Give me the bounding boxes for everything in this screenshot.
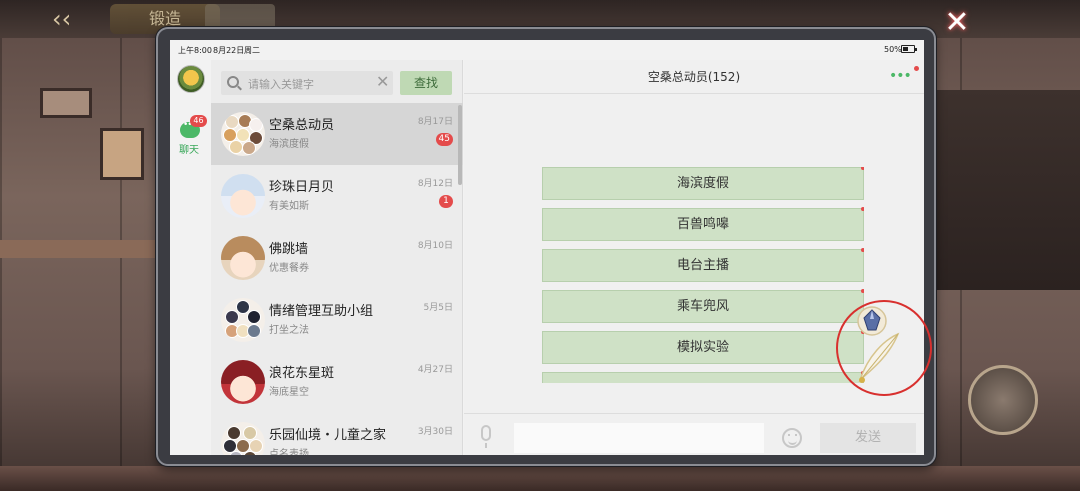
dressup-button xyxy=(968,365,1038,435)
conversation-name: 乐园仙境・儿童之家 xyxy=(269,428,387,443)
conversation-date: 3月30日 xyxy=(417,427,453,437)
conversation-name: 情绪管理互助小组 xyxy=(269,304,374,319)
unread-badge: 1 xyxy=(439,195,453,208)
reply-option[interactable]: 乘车兜风 xyxy=(542,289,864,323)
chat-tab-label[interactable]: 聊天 xyxy=(179,141,199,156)
conversation-date: 8月12日 xyxy=(417,179,453,189)
conversation-items: 空桑总动员 海滨度假 8月17日 45 珍珠日月贝 有美如斯 8月12日 1 佛… xyxy=(211,103,463,455)
conversation-name: 浪花东星斑 xyxy=(269,366,335,381)
clear-icon[interactable]: ✕ xyxy=(376,73,389,91)
send-button[interactable]: 发送 xyxy=(820,423,916,453)
conversation-item[interactable]: 浪花东星斑 海底星空 4月27日 xyxy=(211,351,463,413)
my-avatar[interactable] xyxy=(177,65,205,93)
reply-option[interactable]: 百兽鸣嗥 xyxy=(542,207,864,241)
unread-badge: 45 xyxy=(435,133,453,146)
message-input[interactable] xyxy=(514,423,764,453)
conversation-item[interactable]: 情绪管理互助小组 打坐之法 5月5日 xyxy=(211,289,463,351)
battery-percent: 50% xyxy=(884,45,902,54)
left-rail: 46 聊天 xyxy=(170,60,211,455)
status-date: 8月22日 xyxy=(213,46,245,55)
contact-avatar xyxy=(221,360,265,404)
status-time: 上午8:00 xyxy=(178,46,212,55)
battery-icon xyxy=(901,45,917,53)
tablet-frame: 上午8:00 8月22日 周二 50% 46 聊天 请输入关键字 ✕ 查找 xyxy=(156,27,936,466)
background-picture-frame xyxy=(100,128,144,180)
microphone-icon[interactable] xyxy=(481,425,491,448)
conversation-date: 8月10日 xyxy=(417,241,453,251)
reply-options: 海滨度假 百兽鸣嗥 电台主播 乘车兜风 模拟实验 xyxy=(542,167,864,383)
background-picture-frame xyxy=(40,88,92,118)
list-scrollbar[interactable] xyxy=(458,105,462,185)
conversation-preview: 有美如斯 xyxy=(269,201,309,212)
emoji-icon[interactable] xyxy=(782,428,802,448)
conversation-name: 佛跳墙 xyxy=(269,242,309,257)
conversation-date: 8月17日 xyxy=(417,117,453,127)
search-icon xyxy=(227,76,239,88)
reply-option[interactable]: 电台主播 xyxy=(542,248,864,282)
search-placeholder: 请输入关键字 xyxy=(248,78,314,91)
group-avatar xyxy=(221,298,265,342)
conversation-preview: 点名表扬 xyxy=(269,449,309,455)
background-bottom-bar xyxy=(0,466,1080,491)
feather-quill-icon[interactable] xyxy=(854,330,904,386)
group-avatar xyxy=(221,112,265,156)
conversation-preview: 优惠餐券 xyxy=(269,263,309,274)
back-arrow-icon: ‹‹ xyxy=(52,5,72,33)
conversation-name: 空桑总动员 xyxy=(269,118,335,133)
conversation-preview: 打坐之法 xyxy=(269,325,309,336)
input-bar: 发送 xyxy=(464,413,924,455)
status-weekday: 周二 xyxy=(244,46,260,55)
background-screen xyxy=(936,90,1080,290)
conversation-date: 5月5日 xyxy=(423,303,453,313)
search-input[interactable]: 请输入关键字 ✕ xyxy=(221,71,393,95)
conversation-name: 珍珠日月贝 xyxy=(269,180,335,195)
search-button[interactable]: 查找 xyxy=(400,71,452,95)
notification-dot xyxy=(914,66,919,71)
status-bar: 上午8:00 8月22日 周二 50% xyxy=(170,40,924,60)
reply-option[interactable]: 模拟实验 xyxy=(542,330,864,364)
conversation-item[interactable]: 佛跳墙 优惠餐券 8月10日 xyxy=(211,227,463,289)
conversation-preview: 海滨度假 xyxy=(269,139,309,150)
conversation-date: 4月27日 xyxy=(417,365,453,375)
more-options-icon[interactable]: ••• xyxy=(889,68,912,84)
conversation-list: 请输入关键字 ✕ 查找 空桑总动员 海滨度假 8月17日 45 珍珠日月贝 有美… xyxy=(211,60,463,455)
tablet-screen: 上午8:00 8月22日 周二 50% 46 聊天 请输入关键字 ✕ 查找 xyxy=(170,40,924,455)
conversation-item[interactable]: 乐园仙境・儿童之家 点名表扬 3月30日 xyxy=(211,413,463,455)
chat-header: 空桑总动员(152) ••• xyxy=(464,60,924,94)
conversation-item[interactable]: 空桑总动员 海滨度假 8月17日 45 xyxy=(211,103,463,165)
reply-option[interactable]: 海滨度假 xyxy=(542,167,864,200)
group-avatar xyxy=(221,422,265,455)
background-shelf xyxy=(0,240,160,258)
chat-panel: 空桑总动员(152) ••• 海滨度假 百兽鸣嗥 电台主播 乘车兜风 模拟实验 … xyxy=(464,60,924,455)
conversation-item[interactable]: 珍珠日月贝 有美如斯 8月12日 1 xyxy=(211,165,463,227)
conversation-preview: 海底星空 xyxy=(269,387,309,398)
reply-option[interactable] xyxy=(542,371,864,383)
close-icon[interactable]: ✕ xyxy=(940,6,974,40)
chat-unread-badge: 46 xyxy=(190,115,207,127)
contact-avatar xyxy=(221,174,265,218)
contact-avatar xyxy=(221,236,265,280)
chat-title: 空桑总动员(152) xyxy=(647,70,741,84)
